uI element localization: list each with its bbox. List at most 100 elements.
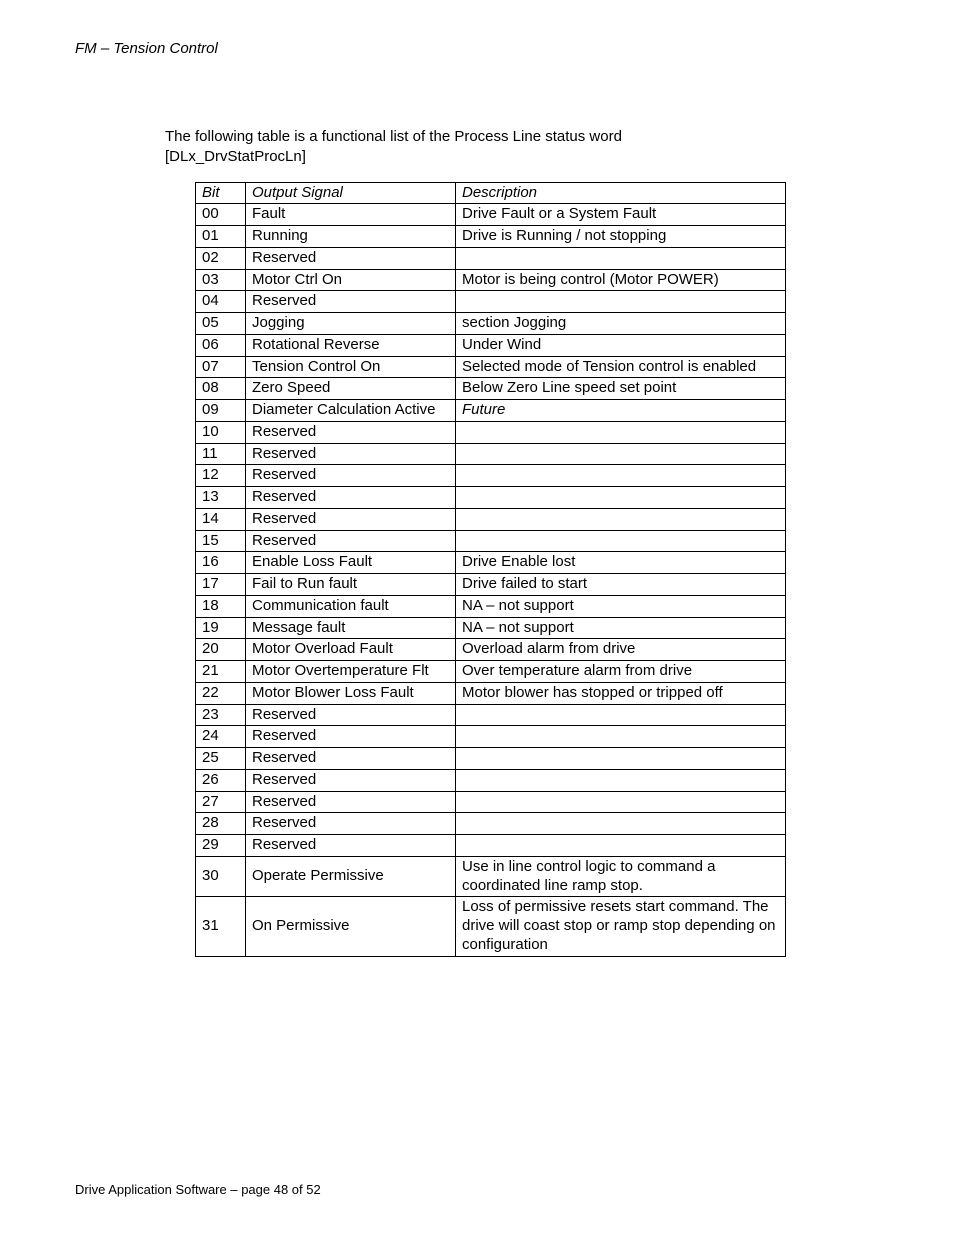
cell-output-signal: Reserved xyxy=(246,443,456,465)
cell-bit: 00 xyxy=(196,204,246,226)
cell-description xyxy=(456,508,786,530)
table-row: 02Reserved xyxy=(196,247,786,269)
cell-output-signal: Reserved xyxy=(246,530,456,552)
cell-output-signal: Fail to Run fault xyxy=(246,574,456,596)
table-row: 07Tension Control OnSelected mode of Ten… xyxy=(196,356,786,378)
table-row: 26Reserved xyxy=(196,769,786,791)
cell-description: Overload alarm from drive xyxy=(456,639,786,661)
cell-bit: 13 xyxy=(196,487,246,509)
table-row: 22Motor Blower Loss FaultMotor blower ha… xyxy=(196,682,786,704)
cell-description: Drive is Running / not stopping xyxy=(456,226,786,248)
table-row: 13Reserved xyxy=(196,487,786,509)
cell-description xyxy=(456,487,786,509)
table-row: 21Motor Overtemperature FltOver temperat… xyxy=(196,661,786,683)
cell-bit: 26 xyxy=(196,769,246,791)
cell-output-signal: Reserved xyxy=(246,813,456,835)
cell-bit: 27 xyxy=(196,791,246,813)
cell-bit: 25 xyxy=(196,748,246,770)
cell-description: Selected mode of Tension control is enab… xyxy=(456,356,786,378)
cell-output-signal: Fault xyxy=(246,204,456,226)
cell-description xyxy=(456,704,786,726)
cell-output-signal: Operate Permissive xyxy=(246,856,456,897)
cell-output-signal: Reserved xyxy=(246,769,456,791)
table-row: 01RunningDrive is Running / not stopping xyxy=(196,226,786,248)
cell-bit: 18 xyxy=(196,595,246,617)
cell-bit: 15 xyxy=(196,530,246,552)
cell-description xyxy=(456,421,786,443)
cell-description xyxy=(456,530,786,552)
cell-bit: 12 xyxy=(196,465,246,487)
cell-description xyxy=(456,769,786,791)
col-bit: Bit xyxy=(196,182,246,204)
intro-text: The following table is a functional list… xyxy=(165,127,879,168)
page-header: FM – Tension Control xyxy=(75,40,879,57)
status-word-table: Bit Output Signal Description 00FaultDri… xyxy=(195,182,786,957)
table-row: 31On PermissiveLoss of permissive resets… xyxy=(196,897,786,956)
cell-bit: 11 xyxy=(196,443,246,465)
cell-description xyxy=(456,835,786,857)
cell-output-signal: Reserved xyxy=(246,835,456,857)
cell-bit: 06 xyxy=(196,334,246,356)
table-row: 27Reserved xyxy=(196,791,786,813)
table-row: 20Motor Overload FaultOverload alarm fro… xyxy=(196,639,786,661)
cell-bit: 14 xyxy=(196,508,246,530)
intro-line-2: [DLx_DrvStatProcLn] xyxy=(165,148,306,165)
cell-bit: 22 xyxy=(196,682,246,704)
table-row: 00FaultDrive Fault or a System Fault xyxy=(196,204,786,226)
table-row: 18Communication faultNA – not support xyxy=(196,595,786,617)
cell-description: NA – not support xyxy=(456,595,786,617)
cell-bit: 31 xyxy=(196,897,246,956)
cell-output-signal: On Permissive xyxy=(246,897,456,956)
cell-description xyxy=(456,443,786,465)
table-row: 12Reserved xyxy=(196,465,786,487)
cell-description: Drive Fault or a System Fault xyxy=(456,204,786,226)
cell-description: Over temperature alarm from drive xyxy=(456,661,786,683)
table-row: 14Reserved xyxy=(196,508,786,530)
cell-description xyxy=(456,813,786,835)
cell-output-signal: Zero Speed xyxy=(246,378,456,400)
cell-description xyxy=(456,465,786,487)
cell-description: Drive Enable lost xyxy=(456,552,786,574)
table-row: 30Operate PermissiveUse in line control … xyxy=(196,856,786,897)
table-row: 24Reserved xyxy=(196,726,786,748)
cell-bit: 21 xyxy=(196,661,246,683)
table-row: 09Diameter Calculation ActiveFuture xyxy=(196,400,786,422)
table-row: 17Fail to Run faultDrive failed to start xyxy=(196,574,786,596)
cell-description: Motor is being control (Motor POWER) xyxy=(456,269,786,291)
cell-output-signal: Reserved xyxy=(246,726,456,748)
cell-output-signal: Motor Ctrl On xyxy=(246,269,456,291)
cell-description: Under Wind xyxy=(456,334,786,356)
table-row: 28Reserved xyxy=(196,813,786,835)
cell-bit: 30 xyxy=(196,856,246,897)
cell-description: NA – not support xyxy=(456,617,786,639)
cell-output-signal: Reserved xyxy=(246,465,456,487)
table-row: 23Reserved xyxy=(196,704,786,726)
cell-output-signal: Reserved xyxy=(246,487,456,509)
cell-output-signal: Reserved xyxy=(246,791,456,813)
cell-output-signal: Running xyxy=(246,226,456,248)
cell-description: Below Zero Line speed set point xyxy=(456,378,786,400)
cell-description: Loss of permissive resets start command.… xyxy=(456,897,786,956)
table-row: 29Reserved xyxy=(196,835,786,857)
cell-description: Drive failed to start xyxy=(456,574,786,596)
page-footer: Drive Application Software – page 48 of … xyxy=(75,1182,321,1197)
table-row: 16Enable Loss FaultDrive Enable lost xyxy=(196,552,786,574)
cell-output-signal: Message fault xyxy=(246,617,456,639)
cell-output-signal: Jogging xyxy=(246,313,456,335)
cell-output-signal: Reserved xyxy=(246,508,456,530)
cell-bit: 08 xyxy=(196,378,246,400)
cell-output-signal: Reserved xyxy=(246,704,456,726)
cell-bit: 05 xyxy=(196,313,246,335)
cell-bit: 01 xyxy=(196,226,246,248)
cell-bit: 09 xyxy=(196,400,246,422)
table-row: 19Message faultNA – not support xyxy=(196,617,786,639)
intro-line-1: The following table is a functional list… xyxy=(165,128,622,145)
cell-bit: 20 xyxy=(196,639,246,661)
cell-bit: 02 xyxy=(196,247,246,269)
cell-bit: 03 xyxy=(196,269,246,291)
cell-description: section Jogging xyxy=(456,313,786,335)
cell-bit: 19 xyxy=(196,617,246,639)
cell-output-signal: Reserved xyxy=(246,291,456,313)
cell-description: Use in line control logic to command a c… xyxy=(456,856,786,897)
cell-bit: 04 xyxy=(196,291,246,313)
